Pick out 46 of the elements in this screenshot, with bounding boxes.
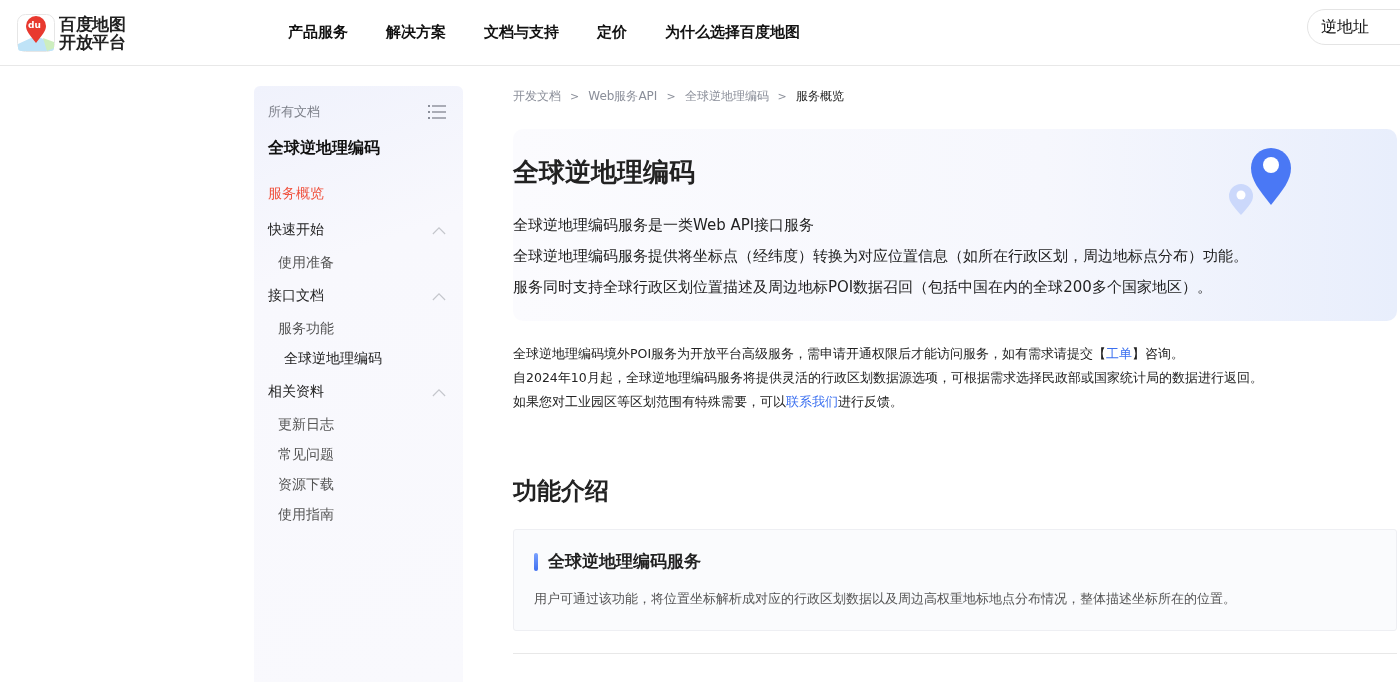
- chevron-icon[interactable]: [432, 291, 446, 301]
- intro-text: 全球逆地理编码服务是一类Web API接口服务: [513, 215, 816, 236]
- chevron-icon[interactable]: [432, 387, 446, 397]
- chevron-icon[interactable]: [432, 225, 446, 235]
- sidebar-item[interactable]: 资源下载: [278, 476, 334, 494]
- logo-text: 百度地图: [59, 14, 125, 33]
- sidebar-item[interactable]: 使用指南: [278, 506, 334, 524]
- nav-link[interactable]: 产品服务: [288, 23, 348, 42]
- map-pin-logo-icon: [17, 13, 55, 52]
- intro-text: 全球逆地理编码服务提供将坐标点（经纬度）转换为对应位置信息（如所在行政区划，周边地标点分布）功能。: [513, 246, 1249, 267]
- nav-link[interactable]: 为什么选择百度地图: [665, 23, 800, 42]
- logo-text: 开放平台: [59, 32, 125, 51]
- feature-description: 用户可通过该功能，将位置坐标解析成对应的行政区划数据以及周边高权重地标地点分布情况，整体描述坐标所在的位置。: [534, 591, 1237, 608]
- sidebar-heading: 所有文档: [268, 103, 320, 121]
- text-link[interactable]: 工单: [1106, 346, 1133, 361]
- nav-link[interactable]: 解决方案: [386, 23, 446, 42]
- sidebar-item[interactable]: 服务功能: [278, 320, 334, 338]
- breadcrumb-link[interactable]: 全球逆地理编码: [684, 87, 769, 105]
- feature-title: 全球逆地理编码服务: [548, 550, 701, 573]
- breadcrumb-link[interactable]: Web服务API: [588, 87, 658, 105]
- text-link[interactable]: 联系我们: [786, 394, 838, 409]
- nav-link[interactable]: 文档与支持: [484, 23, 559, 42]
- page-title: 全球逆地理编码: [513, 156, 696, 189]
- notice-text: 如果您对工业园区等区划范围有特殊需要，可以联系我们进行反馈。: [513, 393, 904, 411]
- search-field[interactable]: 逆地址: [1307, 9, 1400, 45]
- sidebar-item[interactable]: 使用准备: [278, 254, 334, 272]
- sidebar-item[interactable]: 常见问题: [278, 446, 334, 464]
- section-title: 功能介绍: [513, 476, 610, 507]
- list-menu-icon[interactable]: [428, 105, 446, 119]
- breadcrumb-link[interactable]: 开发文档: [513, 87, 561, 105]
- sidebar-title: 全球逆地理编码: [268, 138, 381, 159]
- accent-bar: [534, 552, 538, 571]
- breadcrumb-link[interactable]: 服务概览: [795, 87, 844, 105]
- breadcrumb-separator: >: [570, 89, 580, 103]
- sidebar-item[interactable]: 接口文档: [268, 287, 324, 305]
- sidebar-item[interactable]: 全球逆地理编码: [284, 350, 382, 368]
- sidebar-item[interactable]: 快速开始: [268, 221, 324, 239]
- nav-link[interactable]: 定价: [597, 23, 627, 42]
- sidebar-item[interactable]: 相关资料: [268, 383, 324, 401]
- notice-text: 全球逆地理编码境外POI服务为开放平台高级服务，需申请开通权限后才能访问服务，如有需求请提交【工单】咨询。: [513, 345, 1186, 363]
- breadcrumb-separator: >: [666, 89, 676, 103]
- intro-text: 服务同时支持全球行政区划位置描述及周边地标POI数据召回（包括中国在内的全球200多个国家地区）。: [513, 277, 1213, 298]
- breadcrumb-separator: >: [777, 89, 787, 103]
- sidebar-item[interactable]: 更新日志: [278, 416, 334, 434]
- notice-text: 自2024年10月起，全球逆地理编码服务将提供灵活的行政区划数据源选项，可根据需求选择民政部或国家统计局的数据进行返回。: [513, 369, 1264, 387]
- logo-badge-text: du: [28, 19, 41, 30]
